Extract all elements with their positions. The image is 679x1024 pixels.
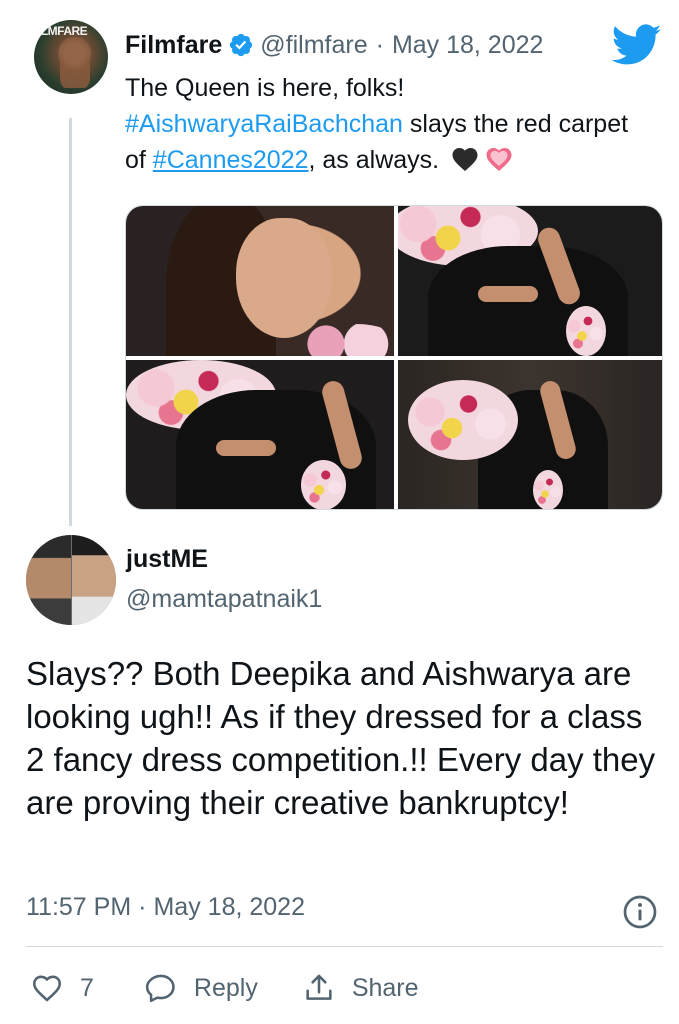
reply-tweet-text: Slays?? Both Deepika and Aishwarya are l… [26, 655, 656, 821]
share-button[interactable]: Share [302, 971, 419, 1005]
media-photo-3[interactable] [126, 360, 394, 509]
like-button[interactable]: 7 [30, 971, 94, 1005]
verified-badge-icon [230, 33, 253, 57]
thread-connector-line [69, 118, 72, 526]
share-icon [306, 974, 332, 1000]
reply-icon [145, 974, 175, 1003]
info-icon[interactable] [622, 894, 658, 930]
tweet-timestamp[interactable]: 11:57 PM · May 18, 2022 [26, 893, 305, 922]
media-photo-1[interactable] [126, 206, 394, 356]
reply-label: Reply [193, 973, 258, 1002]
media-grid [125, 205, 663, 510]
parent-tweet-text: The Queen is here, folks! #AishwaryaRaiB… [125, 74, 629, 174]
hashtag-aishwarya-link[interactable]: #AishwaryaRaiBachchan [125, 110, 403, 138]
reply-button[interactable]: Reply [144, 971, 258, 1005]
avatar-magazine-text: ILMFARE [38, 24, 88, 38]
reply-author-handle[interactable]: @mamtapatnaik1 [126, 585, 322, 614]
twitter-bird-icon [612, 24, 662, 65]
tweet-date: May 18, 2022 [153, 893, 305, 921]
like-count: 7 [80, 973, 94, 1002]
justme-avatar[interactable] [26, 535, 116, 625]
like-icon [32, 975, 62, 1002]
header-separator: · [375, 30, 384, 59]
parent-tweet-header: Filmfare @filmfare · May 18, 2022 [125, 28, 543, 62]
filmfare-avatar[interactable]: ILMFARE [34, 20, 108, 94]
share-label: Share [351, 973, 419, 1002]
tweet-actions: 7 Reply Share [26, 966, 419, 1010]
media-photo-4[interactable] [398, 360, 662, 509]
actions-divider [26, 946, 663, 947]
black-heart-icon [452, 148, 478, 171]
media-photo-2[interactable] [398, 206, 662, 356]
tweet-time: 11:57 PM [26, 893, 132, 921]
reply-author-name[interactable]: justME [126, 545, 208, 574]
parent-tweet-date[interactable]: May 18, 2022 [392, 31, 544, 60]
hashtag-cannes-link[interactable]: #Cannes2022 [153, 146, 309, 174]
parent-author-name[interactable]: Filmfare [125, 31, 222, 60]
parent-author-handle[interactable]: @filmfare [260, 31, 367, 60]
sparkling-heart-icon [486, 148, 512, 171]
